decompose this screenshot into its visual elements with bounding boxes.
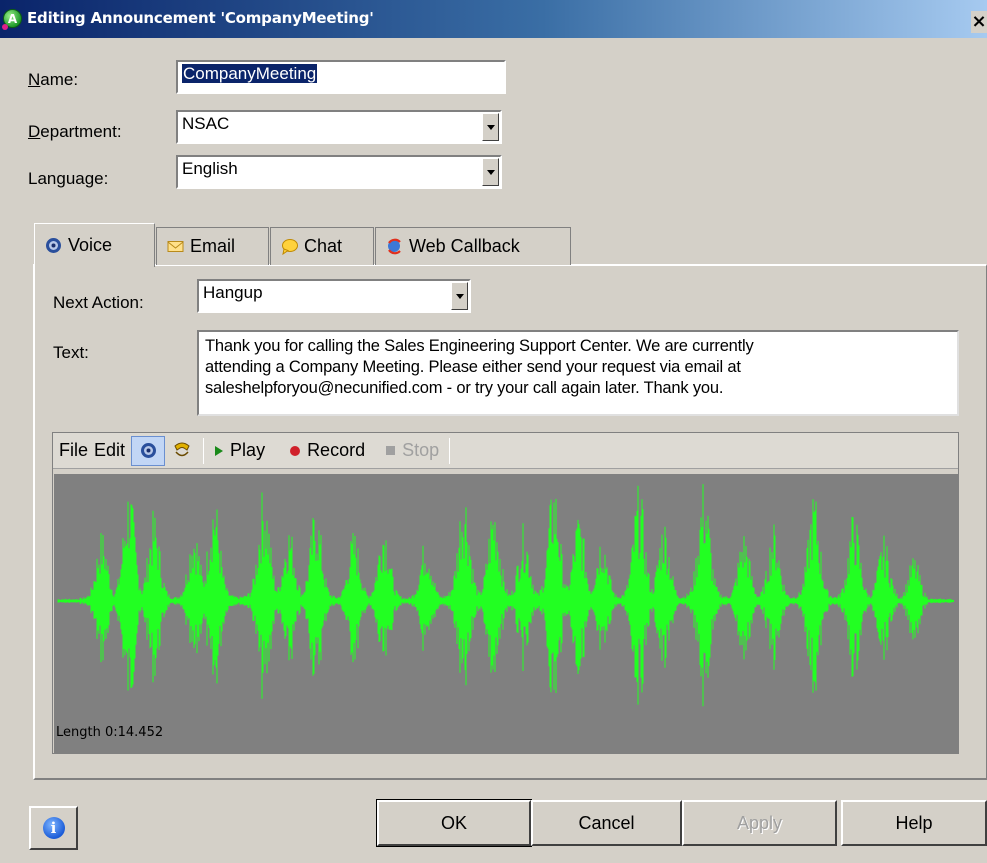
next-action-dropdown-button[interactable]: [451, 282, 468, 310]
file-menu[interactable]: File: [53, 436, 94, 466]
app-icon: A: [2, 9, 22, 30]
length-readout: Length 0:14.452: [56, 725, 164, 740]
announcement-text-area[interactable]: Thank you for calling the Sales Engineer…: [197, 330, 959, 416]
speaker-icon: [140, 443, 156, 458]
stop-label: Stop: [402, 440, 440, 460]
tab-web-callback[interactable]: Web Callback: [375, 227, 571, 265]
text-label: Text:: [53, 343, 89, 362]
text-line: Thank you for calling the Sales Engineer…: [205, 337, 754, 355]
language-dropdown-button[interactable]: [482, 158, 499, 186]
tab-voice[interactable]: Voice: [34, 223, 155, 267]
info-icon: i: [42, 817, 65, 839]
language-select-value: English: [182, 159, 238, 178]
speaker-mode-button[interactable]: [131, 435, 166, 466]
play-button[interactable]: Play: [208, 436, 271, 466]
tab-chat-label: Chat: [304, 236, 343, 256]
department-select[interactable]: NSAC: [176, 110, 502, 144]
tab-chat[interactable]: Chat: [270, 227, 374, 265]
record-label: Record: [307, 440, 366, 460]
apply-button[interactable]: Apply: [682, 800, 837, 846]
audio-waveform: [57, 484, 954, 707]
envelope-icon: [167, 241, 184, 252]
chevron-down-icon: [455, 293, 464, 299]
chevron-down-icon: [486, 169, 495, 175]
toolbar-separator: [449, 437, 451, 464]
chat-bubble-icon: [282, 239, 298, 255]
text-line: saleshelpforyou@necunified.com - or try …: [205, 379, 724, 397]
phone-mode-button[interactable]: [165, 436, 199, 466]
title-bar: A Editing Announcement 'CompanyMeeting' …: [0, 0, 987, 38]
department-select-value: NSAC: [182, 114, 230, 133]
tab-voice-label: Voice: [68, 235, 113, 255]
record-icon: [290, 445, 301, 456]
stop-icon: [386, 446, 396, 455]
speaker-icon: [46, 238, 61, 253]
play-icon: [215, 445, 224, 456]
window-title: Editing Announcement 'CompanyMeeting': [27, 9, 374, 27]
name-label: Name:: [28, 70, 79, 89]
name-input-value: CompanyMeeting: [182, 64, 318, 83]
help-button[interactable]: Help: [841, 800, 987, 846]
cancel-button[interactable]: Cancel: [531, 800, 682, 846]
close-button[interactable]: ×: [971, 11, 987, 33]
stop-button[interactable]: Stop: [379, 436, 445, 466]
tab-email[interactable]: Email: [156, 227, 269, 265]
audio-toolbar: File Edit Play Record Stop: [53, 433, 958, 469]
tab-web-callback-label: Web Callback: [409, 236, 520, 256]
text-line: attending a Company Meeting. Please eith…: [205, 358, 741, 376]
waveform-display[interactable]: [54, 474, 958, 753]
department-label: Department:: [28, 122, 122, 141]
language-label: Language:: [28, 169, 109, 188]
web-callback-icon: [388, 238, 401, 255]
tab-email-label: Email: [190, 236, 236, 256]
phone-handset-icon: [174, 442, 190, 456]
next-action-select[interactable]: Hangup: [197, 279, 471, 313]
info-button[interactable]: i: [29, 806, 78, 850]
name-input[interactable]: CompanyMeeting: [176, 60, 506, 94]
record-button[interactable]: Record: [283, 436, 371, 466]
edit-menu[interactable]: Edit: [94, 436, 131, 466]
waveform-trace: [57, 484, 954, 707]
waveform-samples: [57, 484, 954, 707]
next-action-select-value: Hangup: [203, 283, 263, 302]
chevron-down-icon: [486, 124, 495, 130]
toolbar-separator: [203, 437, 205, 464]
language-select[interactable]: English: [176, 155, 502, 189]
ok-button[interactable]: OK: [376, 799, 532, 847]
play-label: Play: [230, 440, 266, 460]
department-dropdown-button[interactable]: [482, 113, 499, 141]
next-action-label: Next Action:: [53, 293, 144, 312]
